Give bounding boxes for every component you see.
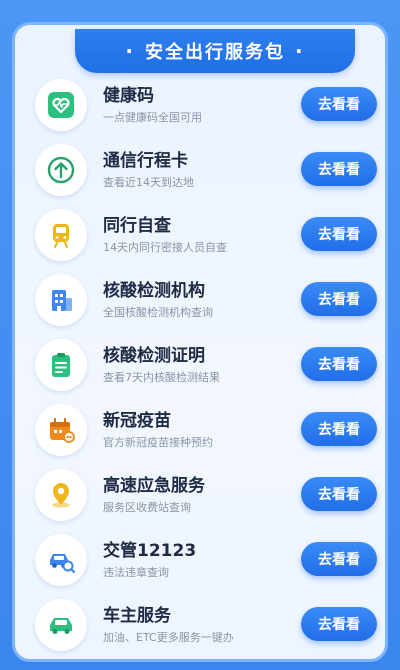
panel-title: 安全出行服务包 [145, 42, 285, 63]
service-subtitle: 查看7天内核酸检测结果 [103, 371, 220, 384]
health-code-icon [35, 79, 87, 131]
service-title: 交管12123 [103, 541, 197, 561]
hospital-building-icon [35, 274, 87, 326]
service-subtitle: 14天内同行密接人员自查 [103, 241, 227, 254]
view-button-travel-check[interactable]: 去看看 [301, 217, 377, 251]
title-dot-right: · [295, 39, 305, 63]
car-icon [35, 599, 87, 651]
service-panel: · 安全出行服务包 · 健康码 一点健康码全国可用 去看看 通信行程卡 查看近1… [12, 22, 388, 662]
service-title: 高速应急服务 [103, 476, 205, 496]
view-button-traffic-12123[interactable]: 去看看 [301, 542, 377, 576]
panel-title-tab: · 安全出行服务包 · [75, 29, 355, 73]
service-title: 同行自查 [103, 216, 171, 236]
view-button-health-code[interactable]: 去看看 [301, 87, 377, 121]
calendar-vaccine-icon [35, 404, 87, 456]
view-button-test-certificate[interactable]: 去看看 [301, 347, 377, 381]
view-button-highway-emergency[interactable]: 去看看 [301, 477, 377, 511]
train-icon [35, 209, 87, 261]
title-dot-left: · [125, 39, 135, 63]
service-subtitle: 查看近14天到达地 [103, 176, 194, 189]
service-row-health-code: 健康码 一点健康码全国可用 去看看 [15, 73, 391, 137]
clipboard-icon [35, 339, 87, 391]
service-subtitle: 违法违章查询 [103, 566, 169, 579]
itinerary-arrow-icon [35, 144, 87, 196]
service-title: 车主服务 [103, 606, 171, 626]
view-button-itinerary-card[interactable]: 去看看 [301, 152, 377, 186]
service-row-car-owner: 车主服务 加油、ETC更多服务一键办 去看看 [15, 593, 391, 657]
view-button-testing-institutions[interactable]: 去看看 [301, 282, 377, 316]
service-row-itinerary-card: 通信行程卡 查看近14天到达地 去看看 [15, 138, 391, 202]
service-row-test-certificate: 核酸检测证明 查看7天内核酸检测结果 去看看 [15, 333, 391, 397]
service-title: 健康码 [103, 86, 154, 106]
service-title: 核酸检测证明 [103, 346, 205, 366]
car-search-icon [35, 534, 87, 586]
location-pin-icon [35, 469, 87, 521]
service-row-vaccine: 新冠疫苗 官方新冠疫苗接种预约 去看看 [15, 398, 391, 462]
service-row-traffic-12123: 交管12123 违法违章查询 去看看 [15, 528, 391, 592]
service-row-highway-emergency: 高速应急服务 服务区收费站查询 去看看 [15, 463, 391, 527]
service-subtitle: 一点健康码全国可用 [103, 111, 202, 124]
service-subtitle: 服务区收费站查询 [103, 501, 191, 514]
service-subtitle: 加油、ETC更多服务一键办 [103, 631, 234, 644]
service-subtitle: 全国核酸检测机构查询 [103, 306, 213, 319]
view-button-car-owner[interactable]: 去看看 [301, 607, 377, 641]
service-title: 核酸检测机构 [103, 281, 205, 301]
service-row-testing-institutions: 核酸检测机构 全国核酸检测机构查询 去看看 [15, 268, 391, 332]
service-subtitle: 官方新冠疫苗接种预约 [103, 436, 213, 449]
service-row-travel-check: 同行自查 14天内同行密接人员自查 去看看 [15, 203, 391, 267]
service-title: 通信行程卡 [103, 151, 188, 171]
view-button-vaccine[interactable]: 去看看 [301, 412, 377, 446]
service-title: 新冠疫苗 [103, 411, 171, 431]
